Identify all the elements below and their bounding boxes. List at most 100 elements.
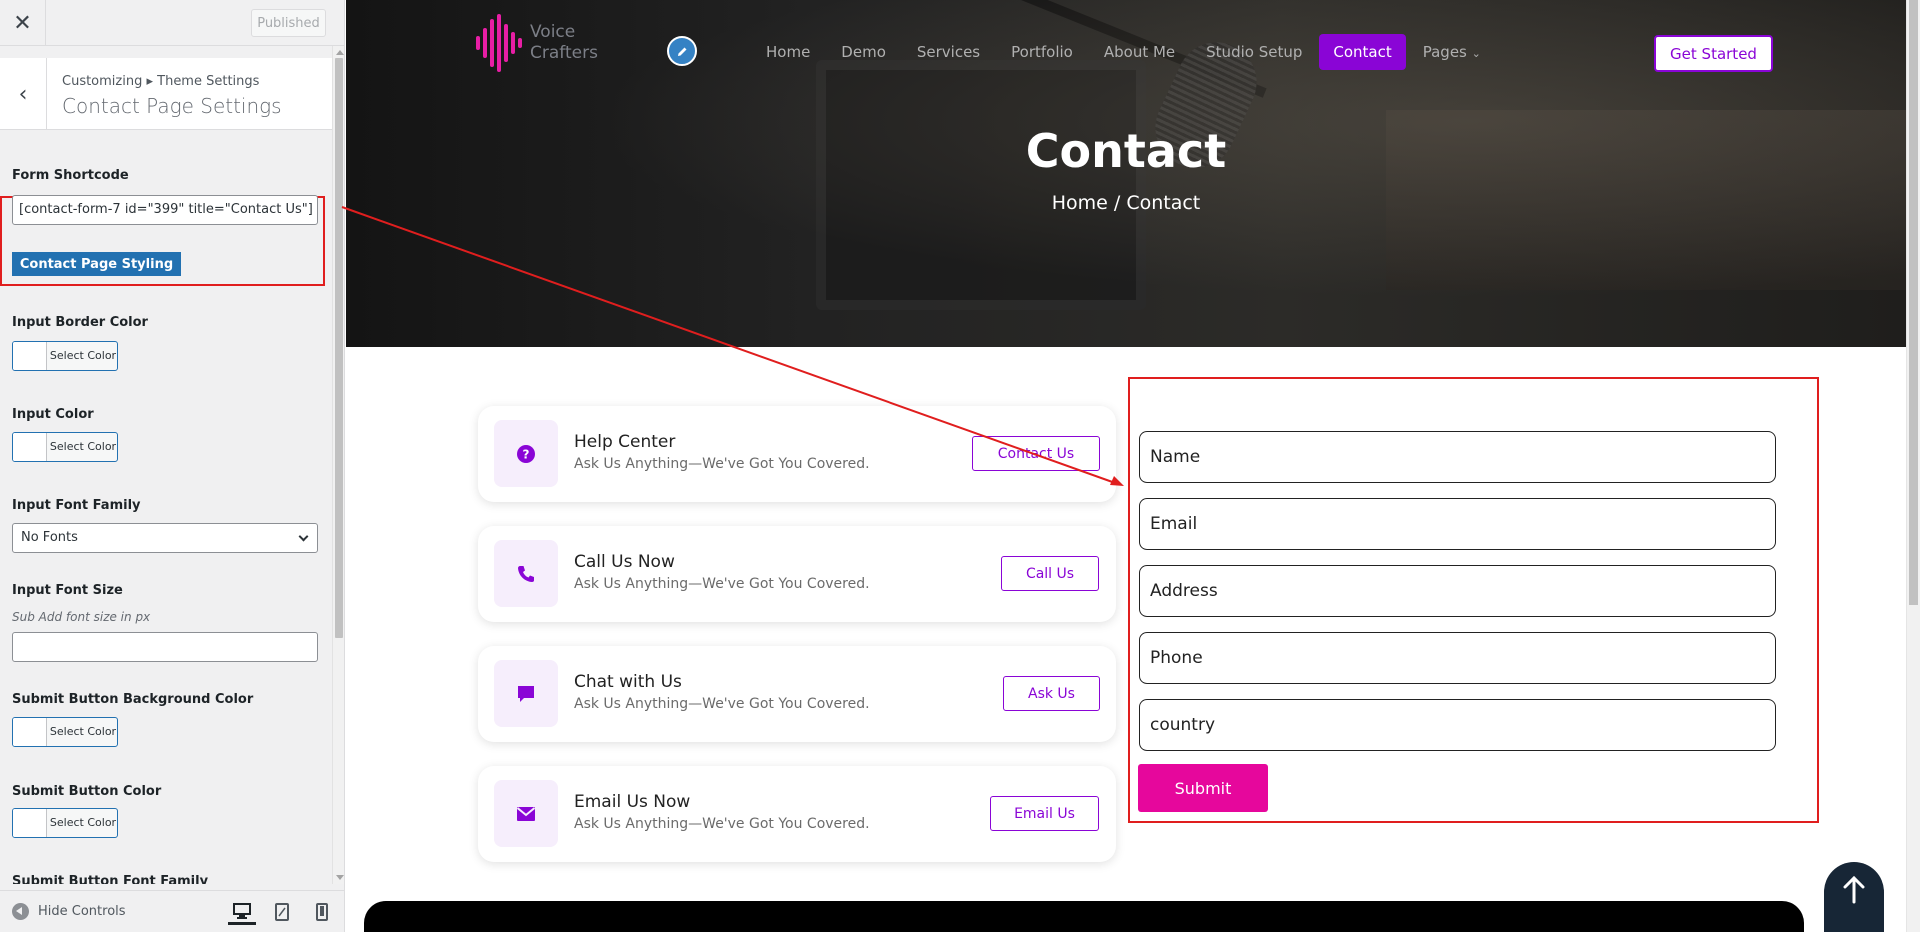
- desktop-icon[interactable]: [228, 899, 256, 925]
- nav-services[interactable]: Services: [903, 34, 994, 70]
- preview-scrollbar[interactable]: [1906, 0, 1920, 932]
- contact-card-email: Email Us Now Ask Us Anything—We've Got Y…: [478, 766, 1116, 862]
- hero-banner: Voice Crafters Home Demo Services Portfo…: [346, 0, 1906, 347]
- submit-color-label: Submit Button Color: [12, 784, 162, 799]
- nav-demo[interactable]: Demo: [827, 34, 900, 70]
- phone-field[interactable]: Phone: [1139, 632, 1776, 684]
- nav-studio-setup[interactable]: Studio Setup: [1192, 34, 1316, 70]
- chevron-down-icon: ⌄: [1471, 47, 1481, 60]
- ask-us-button[interactable]: Ask Us: [1003, 676, 1100, 711]
- edit-pencil-icon[interactable]: [667, 36, 697, 66]
- select-color-label: Select Color: [49, 816, 117, 829]
- logo-line-1: Voice: [530, 22, 576, 42]
- card-title: Call Us Now: [574, 552, 675, 572]
- chat-icon: [494, 660, 558, 727]
- collapse-icon: [12, 903, 29, 920]
- scroll-to-top-button[interactable]: [1824, 862, 1884, 932]
- submit-color-picker[interactable]: Select Color: [12, 808, 118, 838]
- hide-controls-label: Hide Controls: [38, 904, 126, 919]
- scrollbar-thumb[interactable]: [1909, 0, 1918, 605]
- color-swatch: [13, 809, 47, 837]
- form-shortcode-label: Form Shortcode: [12, 168, 129, 183]
- card-title: Help Center: [574, 432, 676, 452]
- page-title: Contact: [1025, 124, 1227, 178]
- country-field[interactable]: country: [1139, 699, 1776, 751]
- input-font-size-description: Sub Add font size in px: [12, 610, 151, 624]
- waveform-logo-icon: [476, 14, 522, 72]
- question-icon: ?: [494, 420, 558, 487]
- breadcrumb: Customizing ▸ Theme Settings: [62, 74, 260, 89]
- arrow-up-icon: [1843, 876, 1865, 904]
- customizer-sidebar: ✕ Published ‹ Customizing ▸ Theme Settin…: [0, 0, 345, 932]
- contact-us-button[interactable]: Contact Us: [972, 436, 1100, 471]
- footer-section: [364, 901, 1804, 932]
- card-description: Ask Us Anything—We've Got You Covered.: [574, 456, 870, 472]
- submit-bg-color-picker[interactable]: Select Color: [12, 717, 118, 747]
- section-title: Contact Page Settings: [62, 94, 282, 118]
- scroll-up-icon[interactable]: [336, 50, 344, 55]
- close-icon[interactable]: ✕: [0, 0, 46, 46]
- phone-icon: [494, 540, 558, 607]
- page-breadcrumb: Home / Contact: [1051, 192, 1201, 214]
- logo-line-2: Crafters: [530, 43, 598, 63]
- email-field[interactable]: Email: [1139, 498, 1776, 550]
- card-description: Ask Us Anything—We've Got You Covered.: [574, 816, 870, 832]
- select-color-label: Select Color: [49, 349, 117, 362]
- name-field[interactable]: Name: [1139, 431, 1776, 483]
- get-started-button[interactable]: Get Started: [1654, 35, 1773, 72]
- nav-pages[interactable]: Pages ⌄: [1409, 34, 1495, 70]
- input-border-color-label: Input Border Color: [12, 315, 148, 330]
- card-title: Chat with Us: [574, 672, 682, 692]
- contact-card-help-center: ? Help Center Ask Us Anything—We've Got …: [478, 406, 1116, 502]
- mobile-icon[interactable]: [308, 899, 336, 925]
- published-button[interactable]: Published: [251, 9, 326, 37]
- call-us-button[interactable]: Call Us: [1001, 556, 1099, 591]
- color-swatch: [13, 342, 47, 370]
- color-swatch: [13, 718, 47, 746]
- sidebar-scrollbar[interactable]: [332, 46, 344, 884]
- contact-page-styling-button[interactable]: Contact Page Styling: [12, 252, 181, 276]
- input-font-family-select[interactable]: No Fonts: [12, 523, 318, 553]
- svg-text:?: ?: [523, 447, 530, 461]
- tablet-icon[interactable]: [268, 899, 296, 925]
- input-border-color-picker[interactable]: Select Color: [12, 341, 118, 371]
- hide-controls-button[interactable]: Hide Controls: [12, 903, 126, 920]
- submit-button[interactable]: Submit: [1138, 764, 1268, 812]
- submit-bg-color-label: Submit Button Background Color: [12, 692, 254, 707]
- section-header: ‹ Customizing ▸ Theme Settings Contact P…: [0, 58, 332, 130]
- customizer-controls: ‹ Customizing ▸ Theme Settings Contact P…: [0, 46, 332, 884]
- card-title: Email Us Now: [574, 792, 691, 812]
- nav-contact[interactable]: Contact: [1319, 34, 1406, 70]
- customizer-footer: Hide Controls: [0, 890, 344, 932]
- nav-pages-label: Pages: [1422, 43, 1467, 61]
- submit-font-family-label: Submit Button Font Family: [12, 874, 209, 884]
- select-color-label: Select Color: [49, 440, 117, 453]
- contact-card-chat: Chat with Us Ask Us Anything—We've Got Y…: [478, 646, 1116, 742]
- nav-home[interactable]: Home: [752, 34, 824, 70]
- back-icon[interactable]: ‹: [0, 58, 47, 130]
- color-swatch: [13, 433, 47, 461]
- scrollbar-thumb[interactable]: [335, 58, 343, 638]
- form-shortcode-input[interactable]: [contact-form-7 id="399" title="Contact …: [12, 195, 318, 225]
- input-font-size-field[interactable]: [12, 632, 318, 662]
- envelope-icon: [494, 780, 558, 847]
- nav-about-me[interactable]: About Me: [1090, 34, 1189, 70]
- input-font-size-label: Input Font Size: [12, 583, 123, 598]
- card-description: Ask Us Anything—We've Got You Covered.: [574, 576, 870, 592]
- chevron-down-icon: [298, 531, 309, 542]
- address-field[interactable]: Address: [1139, 565, 1776, 617]
- main-navigation: Home Demo Services Portfolio About Me St…: [752, 34, 1498, 70]
- site-preview: Voice Crafters Home Demo Services Portfo…: [346, 0, 1906, 932]
- selected-font: No Fonts: [21, 530, 78, 545]
- input-font-family-label: Input Font Family: [12, 498, 141, 513]
- card-description: Ask Us Anything—We've Got You Covered.: [574, 696, 870, 712]
- site-logo[interactable]: Voice Crafters: [476, 14, 598, 72]
- scroll-down-icon[interactable]: [336, 875, 344, 880]
- input-color-label: Input Color: [12, 407, 94, 422]
- input-color-picker[interactable]: Select Color: [12, 432, 118, 462]
- customizer-header: ✕ Published: [0, 0, 344, 46]
- nav-portfolio[interactable]: Portfolio: [997, 34, 1087, 70]
- contact-card-call-us: Call Us Now Ask Us Anything—We've Got Yo…: [478, 526, 1116, 622]
- logo-text: Voice Crafters: [530, 22, 598, 64]
- email-us-button[interactable]: Email Us: [990, 796, 1099, 831]
